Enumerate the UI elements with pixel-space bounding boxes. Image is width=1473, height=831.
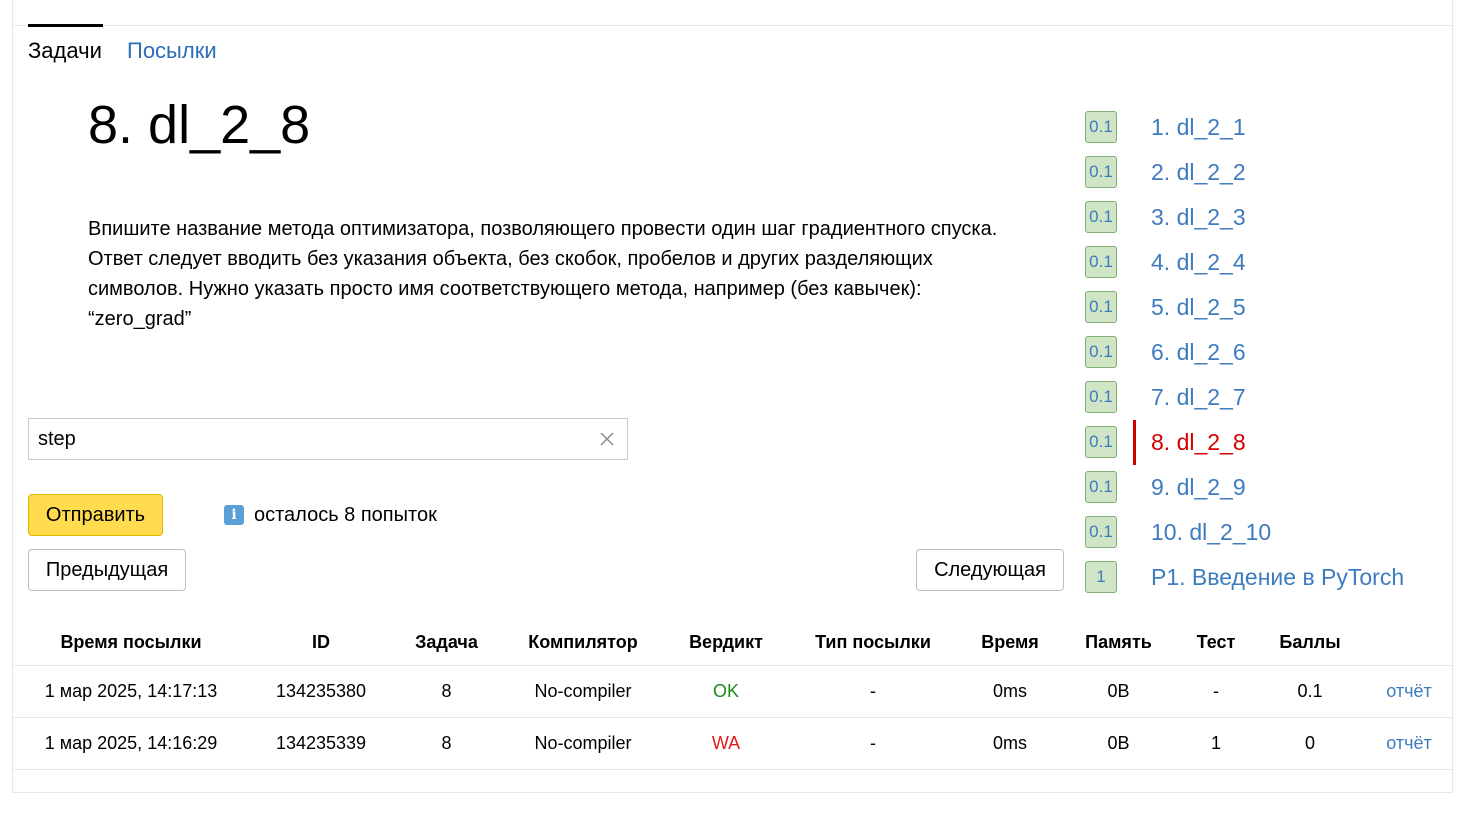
problem-link[interactable]: 6. dl_2_6 bbox=[1151, 339, 1246, 366]
submission-score: 0 bbox=[1255, 717, 1365, 770]
score-badge: 0.1 bbox=[1085, 471, 1117, 503]
problem-link[interactable]: 4. dl_2_4 bbox=[1151, 249, 1246, 276]
score-badge: 0.1 bbox=[1085, 111, 1117, 143]
score-badge: 0.1 bbox=[1085, 426, 1117, 458]
header-divider bbox=[12, 25, 1453, 26]
submissions-table: Время посылки ID Задача Компилятор Верди… bbox=[13, 619, 1453, 770]
column-header-time: Время посылки bbox=[13, 619, 249, 666]
attempts-text: осталось 8 попыток bbox=[254, 503, 437, 526]
report-link[interactable]: отчёт bbox=[1386, 733, 1432, 753]
submission-memory: 0B bbox=[1060, 665, 1177, 718]
column-header-type: Тип посылки bbox=[786, 619, 960, 666]
next-button[interactable]: Следующая bbox=[916, 549, 1064, 591]
problem-list-item-active[interactable]: 0.1 8. dl_2_8 bbox=[1085, 420, 1445, 465]
score-badge: 0.1 bbox=[1085, 381, 1117, 413]
submission-time: 1 мар 2025, 14:17:13 bbox=[13, 665, 249, 718]
score-badge: 0.1 bbox=[1085, 336, 1117, 368]
submission-compiler: No-compiler bbox=[500, 665, 666, 718]
submission-test: - bbox=[1177, 665, 1255, 718]
problem-link[interactable]: P1. Введение в PyTorch bbox=[1151, 564, 1404, 591]
tab-tasks[interactable]: Задачи bbox=[28, 24, 103, 62]
problem-link[interactable]: 9. dl_2_9 bbox=[1151, 474, 1246, 501]
score-badge: 0.1 bbox=[1085, 246, 1117, 278]
report-cell: отчёт bbox=[1365, 665, 1453, 718]
submission-time: 1 мар 2025, 14:16:29 bbox=[13, 717, 249, 770]
submission-verdict: OK bbox=[666, 665, 786, 718]
score-badge: 0.1 bbox=[1085, 516, 1117, 548]
column-header-verdict: Вердикт bbox=[666, 619, 786, 666]
score-badge: 0.1 bbox=[1085, 291, 1117, 323]
table-header-row: Время посылки ID Задача Компилятор Верди… bbox=[13, 619, 1453, 666]
score-badge: 0.1 bbox=[1085, 156, 1117, 188]
problem-list-item[interactable]: 0.1 10. dl_2_10 bbox=[1085, 510, 1445, 555]
problem-list-item[interactable]: 0.1 7. dl_2_7 bbox=[1085, 375, 1445, 420]
problem-link[interactable]: 3. dl_2_3 bbox=[1151, 204, 1246, 231]
submission-memory: 0B bbox=[1060, 717, 1177, 770]
submission-runtime: 0ms bbox=[960, 665, 1060, 718]
column-header-memory: Память bbox=[1060, 619, 1177, 666]
problem-link[interactable]: 10. dl_2_10 bbox=[1151, 519, 1271, 546]
submission-verdict: WA bbox=[666, 717, 786, 770]
problem-list-item[interactable]: 1 P1. Введение в PyTorch bbox=[1085, 555, 1445, 600]
column-header-id: ID bbox=[249, 619, 393, 666]
submission-id: 134235380 bbox=[249, 665, 393, 718]
submission-task: 8 bbox=[393, 717, 500, 770]
active-indicator bbox=[1133, 420, 1136, 465]
column-header-report bbox=[1365, 619, 1453, 666]
submission-score: 0.1 bbox=[1255, 665, 1365, 718]
report-cell: отчёт bbox=[1365, 717, 1453, 770]
problem-list-item[interactable]: 0.1 6. dl_2_6 bbox=[1085, 330, 1445, 375]
previous-button[interactable]: Предыдущая bbox=[28, 549, 186, 591]
attempts-info: i осталось 8 попыток bbox=[224, 503, 437, 527]
problem-statement: Впишите название метода оптимизатора, по… bbox=[88, 218, 998, 330]
column-header-compiler: Компилятор bbox=[500, 619, 666, 666]
problem-link[interactable]: 2. dl_2_2 bbox=[1151, 159, 1246, 186]
submission-type: - bbox=[786, 717, 960, 770]
column-header-score: Баллы bbox=[1255, 619, 1365, 666]
problem-link[interactable]: 7. dl_2_7 bbox=[1151, 384, 1246, 411]
problem-link[interactable]: 8. dl_2_8 bbox=[1151, 429, 1246, 456]
problem-list-item[interactable]: 0.1 4. dl_2_4 bbox=[1085, 240, 1445, 285]
answer-field bbox=[28, 418, 628, 460]
tab-submissions[interactable]: Посылки bbox=[127, 24, 217, 62]
problem-title: 8. dl_2_8 bbox=[88, 95, 311, 155]
submission-id: 134235339 bbox=[249, 717, 393, 770]
submission-task: 8 bbox=[393, 665, 500, 718]
answer-input[interactable] bbox=[29, 419, 589, 459]
column-header-task: Задача bbox=[393, 619, 500, 666]
problem-list-item[interactable]: 0.1 9. dl_2_9 bbox=[1085, 465, 1445, 510]
problem-list-item[interactable]: 0.1 3. dl_2_3 bbox=[1085, 195, 1445, 240]
clear-icon[interactable] bbox=[599, 431, 615, 447]
score-badge: 1 bbox=[1085, 561, 1117, 593]
problem-link[interactable]: 1. dl_2_1 bbox=[1151, 114, 1246, 141]
column-header-test: Тест bbox=[1177, 619, 1255, 666]
submission-test: 1 bbox=[1177, 717, 1255, 770]
info-icon: i bbox=[224, 505, 244, 525]
table-row: 1 мар 2025, 14:16:29 134235339 8 No-comp… bbox=[13, 717, 1453, 770]
submission-runtime: 0ms bbox=[960, 717, 1060, 770]
problem-list-item[interactable]: 0.1 2. dl_2_2 bbox=[1085, 150, 1445, 195]
score-badge: 0.1 bbox=[1085, 201, 1117, 233]
submit-button[interactable]: Отправить bbox=[28, 494, 163, 536]
problem-list-item[interactable]: 0.1 1. dl_2_1 bbox=[1085, 105, 1445, 150]
submission-type: - bbox=[786, 665, 960, 718]
problem-link[interactable]: 5. dl_2_5 bbox=[1151, 294, 1246, 321]
column-header-runtime: Время bbox=[960, 619, 1060, 666]
problem-list-item[interactable]: 0.1 5. dl_2_5 bbox=[1085, 285, 1445, 330]
report-link[interactable]: отчёт bbox=[1386, 681, 1432, 701]
submission-compiler: No-compiler bbox=[500, 717, 666, 770]
table-row: 1 мар 2025, 14:17:13 134235380 8 No-comp… bbox=[13, 665, 1453, 718]
